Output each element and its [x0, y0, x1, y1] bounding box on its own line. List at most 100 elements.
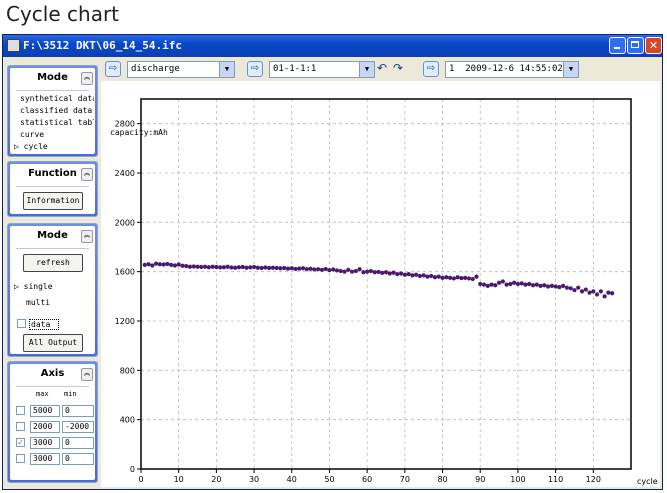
- data-point: [270, 265, 276, 270]
- axis-panel: Axis ︽ max min 5000 0 2000 -2000 ✓ 3000 …: [7, 361, 98, 483]
- axis-row-1-max[interactable]: 5000: [30, 405, 60, 417]
- mode-item-classified[interactable]: classified data: [20, 106, 94, 115]
- data-point: [451, 276, 456, 281]
- data-point: [545, 284, 551, 289]
- data-point: [282, 265, 287, 271]
- mode-item-cycle[interactable]: ▷ cycle: [14, 142, 88, 151]
- data-point: [515, 281, 521, 287]
- data-point: [372, 270, 377, 275]
- chevron-down-icon[interactable]: ▼: [359, 62, 374, 77]
- data-point: [187, 264, 193, 269]
- data-point: [323, 266, 328, 272]
- refresh-button[interactable]: refresh: [23, 254, 83, 272]
- back-arrow-icon[interactable]: ↶: [377, 61, 387, 75]
- axis-row-1-min[interactable]: 0: [62, 405, 94, 417]
- data-point: [368, 268, 374, 274]
- data-point: [353, 268, 358, 274]
- function-panel-title: Function: [28, 168, 77, 179]
- data-point: [191, 264, 196, 269]
- data-point: [316, 267, 321, 272]
- data-point: [459, 275, 464, 281]
- chevron-down-icon[interactable]: ▼: [563, 62, 578, 77]
- data-point: [576, 285, 581, 290]
- data-point: [602, 294, 607, 299]
- title-bar[interactable]: F:\3512 DKT\06_14_54.ifc ✕: [3, 35, 662, 57]
- data-point: [496, 280, 502, 285]
- close-button[interactable]: ✕: [645, 37, 662, 54]
- data-point: [447, 275, 453, 280]
- mode-item-synthetical[interactable]: synthetical data: [20, 94, 94, 103]
- axis-row-4-max[interactable]: 3000: [30, 453, 60, 465]
- mode-go-icon[interactable]: ⇨: [105, 61, 121, 77]
- data-point: [161, 262, 166, 267]
- data-point: [395, 272, 400, 277]
- collapse-icon[interactable]: ︽: [81, 368, 93, 381]
- data-point: [421, 273, 426, 278]
- chevron-down-icon[interactable]: ▼: [219, 62, 234, 77]
- data-point: [180, 263, 185, 268]
- data-point: [440, 275, 445, 280]
- output-mode-panel-title: Mode: [37, 230, 68, 241]
- record-go-icon[interactable]: ⇨: [423, 61, 439, 77]
- mode-select[interactable]: discharge ▼: [127, 61, 235, 78]
- axis-row-2-checkbox[interactable]: [16, 422, 25, 431]
- data-point: [346, 267, 351, 272]
- data-point: [500, 279, 505, 284]
- data-point: [474, 274, 479, 279]
- data-point: [331, 267, 336, 272]
- mode-item-statistical[interactable]: statistical table: [20, 118, 94, 127]
- data-point: [591, 289, 596, 294]
- minimize-button[interactable]: [609, 37, 626, 54]
- data-point: [169, 262, 174, 267]
- data-point: [150, 263, 155, 268]
- data-point: [466, 276, 472, 281]
- collapse-icon[interactable]: ︽: [81, 230, 93, 243]
- collapse-icon[interactable]: ︽: [81, 168, 93, 181]
- mode-panel: Mode ︽ synthetical data classified data …: [7, 65, 98, 157]
- y-tick-label: 400: [120, 416, 135, 425]
- toolbar: ⇨ discharge ▼ ⇨ 01-1-1:1 ▼ ↶ ↷ ⇨ 1 2009-…: [101, 59, 661, 81]
- data-point: [214, 264, 219, 270]
- axis-row-1-checkbox[interactable]: [16, 406, 25, 415]
- data-point: [146, 262, 151, 267]
- axis-row-2-min[interactable]: -2000: [62, 421, 94, 433]
- maximize-button[interactable]: [627, 37, 644, 54]
- forward-arrow-icon[interactable]: ↷: [393, 61, 403, 75]
- axis-row-3-max[interactable]: 3000: [30, 437, 60, 449]
- data-point: [587, 290, 592, 295]
- data-point: [417, 273, 423, 279]
- data-point: [308, 266, 313, 271]
- data-point: [549, 283, 554, 288]
- information-button[interactable]: Information: [23, 192, 83, 210]
- collapse-icon[interactable]: ︽: [81, 72, 93, 85]
- app-window: F:\3512 DKT\06_14_54.ifc ✕ ⇨ discharge ▼…: [2, 34, 663, 490]
- multi-option[interactable]: multi: [26, 298, 100, 307]
- channel-select[interactable]: 01-1-1:1 ▼: [269, 61, 375, 78]
- all-output-button[interactable]: All Output: [23, 334, 83, 352]
- axis-panel-title: Axis: [40, 368, 65, 379]
- data-point: [406, 272, 411, 277]
- data-point: [165, 261, 170, 267]
- axis-row-2-max[interactable]: 2000: [30, 421, 60, 433]
- axis-row-4-min[interactable]: 0: [62, 453, 94, 465]
- data-point: [489, 282, 494, 287]
- output-mode-panel: Mode ︽ refresh ▷ single multi data All O…: [7, 223, 98, 357]
- single-option[interactable]: ▷ single: [14, 282, 88, 291]
- data-point: [485, 283, 490, 288]
- x-tick-label: 0: [138, 475, 143, 484]
- data-point: [594, 292, 600, 297]
- axis-row-3-min[interactable]: 0: [62, 437, 94, 449]
- axis-row-4-checkbox[interactable]: [16, 454, 25, 463]
- channel-go-icon[interactable]: ⇨: [247, 61, 263, 77]
- data-point: [233, 265, 238, 270]
- data-checkbox[interactable]: [17, 319, 26, 328]
- record-select[interactable]: 1 2009-12-6 14:55:02 ▼: [445, 61, 579, 78]
- chart-area: capacity:mAh 0 10 20 30 40 50 60 70 80 90 100 110 12…: [101, 81, 660, 487]
- data-checkbox-label[interactable]: data: [29, 319, 59, 330]
- mode-item-curve[interactable]: curve: [20, 130, 94, 139]
- data-point: [184, 264, 189, 269]
- axis-row-3-checkbox[interactable]: ✓: [16, 438, 25, 447]
- data-point: [504, 282, 509, 287]
- data-point: [455, 275, 460, 280]
- y-tick-label: 0: [130, 465, 135, 474]
